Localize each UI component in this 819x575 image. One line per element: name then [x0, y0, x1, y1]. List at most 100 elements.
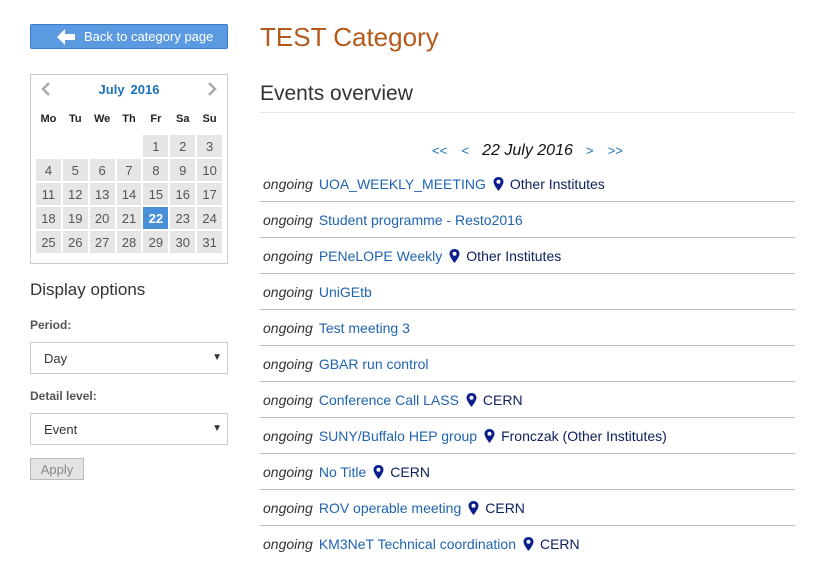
prev-period-link[interactable]: < [461, 143, 469, 158]
calendar-day[interactable]: 8 [143, 159, 169, 181]
calendar-day[interactable]: 27 [89, 231, 115, 253]
event-title-link[interactable]: Conference Call LASS [319, 392, 459, 408]
calendar-day[interactable]: 13 [89, 183, 115, 205]
calendar-day[interactable]: 22 [143, 207, 169, 229]
calendar-day[interactable]: 17 [197, 183, 223, 205]
weekday-header: Mo Tu We Th Fr Sa Su [31, 104, 227, 134]
event-status: ongoing [263, 247, 313, 264]
event-status: ongoing [263, 283, 313, 300]
event-row: ongoing No Title CERN [260, 454, 795, 490]
apply-button[interactable]: Apply [30, 458, 84, 480]
event-location: Fronczak (Other Institutes) [501, 427, 667, 444]
event-status: ongoing [263, 175, 313, 192]
event-status: ongoing [263, 391, 313, 408]
event-title-link[interactable]: SUNY/Buffalo HEP group [319, 428, 477, 444]
calendar-day[interactable]: 29 [143, 231, 169, 253]
calendar-day[interactable]: 25 [36, 231, 61, 253]
calendar-day[interactable]: 26 [62, 231, 88, 253]
calendar-day[interactable]: 14 [116, 183, 142, 205]
calendar-week: 25 26 27 28 29 30 31 [35, 230, 223, 254]
calendar-day[interactable]: 16 [170, 183, 196, 205]
event-title-link[interactable]: PENeLOPE Weekly [319, 248, 442, 264]
event-location: CERN [539, 536, 580, 552]
weekday-label: Th [122, 113, 136, 125]
weekday-label: Tu [68, 113, 82, 125]
event-list: ongoing UOA_WEEKLY_MEETING Other Institute… [260, 166, 795, 562]
calendar-day[interactable]: 7 [116, 159, 142, 181]
event-title-link[interactable]: Test meeting 3 [319, 320, 410, 336]
calendar-day[interactable]: 19 [62, 207, 88, 229]
next-period-link[interactable]: > [586, 143, 594, 158]
weekday-label: Sa [175, 113, 190, 125]
event-title-link[interactable]: KM3NeT Technical coordination [319, 536, 516, 552]
event-title-link[interactable]: No Title [319, 464, 366, 480]
event-title-link[interactable]: Student programme - Resto2016 [319, 212, 523, 228]
calendar-day[interactable]: 11 [36, 183, 61, 205]
period-select[interactable]: Day ▼ [30, 342, 228, 374]
event-row: ongoing UOA_WEEKLY_MEETING Other Institute… [260, 166, 795, 202]
weekday-label: Fr [150, 113, 162, 125]
display-options-title: Display options [30, 280, 146, 299]
map-pin-icon [523, 537, 534, 551]
calendar-empty-cell [36, 135, 61, 157]
calendar-day[interactable]: 5 [62, 159, 88, 181]
back-to-category-button[interactable]: Back to category page [30, 24, 228, 49]
calendar-week: 4 5 6 7 8 9 10 [35, 158, 223, 182]
calendar-day[interactable]: 6 [89, 159, 115, 181]
caret-down-icon: ▼ [212, 352, 222, 363]
caret-down-icon: ▼ [212, 423, 222, 434]
calendar-header: July 2016 [31, 75, 227, 104]
event-location: CERN [485, 499, 525, 516]
event-row: ongoing UniGEtb [260, 274, 795, 310]
event-status: ongoing [263, 427, 313, 444]
event-title-link[interactable]: GBAR run control [319, 356, 429, 372]
calendar-day[interactable]: 28 [116, 231, 142, 253]
calendar-empty-cell [90, 135, 115, 157]
event-location: Other Institutes [466, 247, 562, 264]
calendar-year: 2016 [130, 82, 160, 97]
event-status: ongoing [263, 463, 313, 480]
calendar-day[interactable]: 9 [170, 159, 196, 181]
calendar-day[interactable]: 23 [170, 207, 196, 229]
map-pin-icon [466, 392, 477, 407]
event-title-link[interactable]: ROV operable meeting [319, 500, 461, 516]
calendar-day[interactable]: 31 [197, 231, 223, 253]
calendar-day[interactable]: 3 [197, 135, 223, 157]
event-row: ongoing ROV operable meeting CERN [260, 490, 795, 526]
calendar-week: 11 12 13 14 15 16 17 [35, 182, 223, 206]
event-title-link[interactable]: UOA_WEEKLY_MEETING [319, 176, 486, 192]
chevron-right-icon[interactable] [205, 81, 219, 97]
weekday-label: We [93, 113, 111, 125]
date-navigation: << < 22 July 2016 > >> [260, 142, 795, 160]
first-period-link[interactable]: << [432, 143, 447, 158]
map-pin-icon [373, 464, 384, 479]
calendar-month: July [98, 82, 125, 97]
event-status: ongoing [263, 319, 313, 336]
map-pin-icon [493, 176, 504, 191]
chevron-left-icon[interactable] [39, 81, 53, 97]
event-row: ongoing SUNY/Buffalo HEP group Fronczak (O… [260, 418, 795, 454]
map-pin-icon [468, 500, 479, 515]
event-status: ongoing [263, 536, 313, 552]
calendar-day[interactable]: 18 [36, 207, 61, 229]
map-pin-icon [484, 428, 495, 443]
calendar-day[interactable]: 21 [116, 207, 142, 229]
calendar-day[interactable]: 12 [62, 183, 88, 205]
calendar-day[interactable]: 30 [170, 231, 196, 253]
left-arrow-icon [57, 28, 75, 45]
detail-level-value: Event [44, 421, 78, 437]
calendar-day[interactable]: 15 [143, 183, 169, 205]
calendar-day[interactable]: 24 [197, 207, 223, 229]
event-status: ongoing [263, 355, 313, 372]
calendar-day[interactable]: 4 [36, 159, 61, 181]
event-title-link[interactable]: UniGEtb [319, 284, 372, 300]
last-period-link[interactable]: >> [608, 143, 623, 158]
event-row: ongoing Test meeting 3 [260, 310, 795, 346]
calendar-day[interactable]: 2 [170, 135, 196, 157]
detail-level-select[interactable]: Event ▼ [30, 413, 228, 445]
back-button-label: Back to category page [84, 29, 214, 44]
calendar-day[interactable]: 20 [89, 207, 115, 229]
calendar-day[interactable]: 1 [143, 135, 169, 157]
period-value: Day [44, 350, 68, 366]
calendar-day[interactable]: 10 [197, 159, 223, 181]
